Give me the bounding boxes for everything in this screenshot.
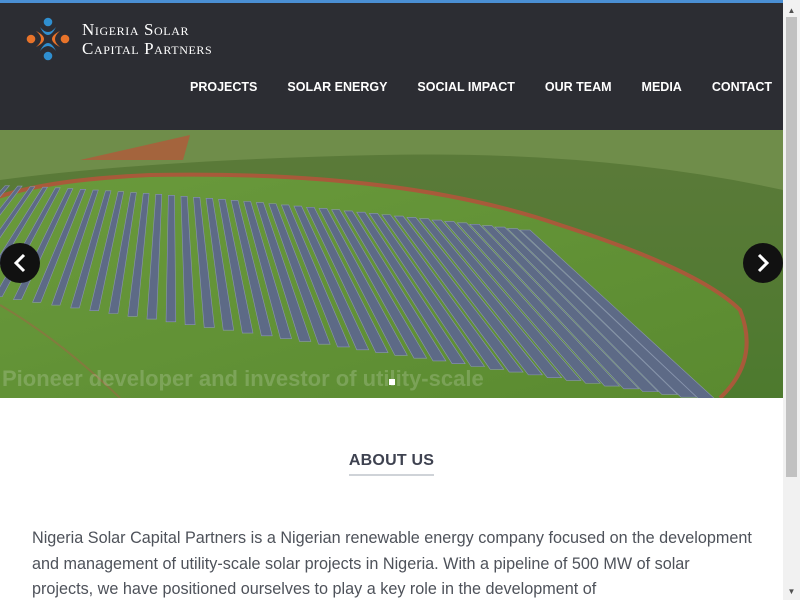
- nav-item-contact[interactable]: CONTACT: [697, 80, 787, 94]
- hero-image: [0, 130, 783, 398]
- vertical-scrollbar[interactable]: ▲ ▼: [783, 0, 800, 600]
- carousel-next-button[interactable]: [743, 243, 783, 283]
- nav-item-projects[interactable]: PROJECTS: [175, 80, 272, 94]
- scrollbar-thumb[interactable]: [786, 17, 797, 477]
- brand-logo[interactable]: Nigeria Solar Capital Partners: [22, 13, 212, 65]
- nav-item-our-team[interactable]: OUR TEAM: [530, 80, 627, 94]
- carousel-indicator-dot[interactable]: [389, 379, 395, 385]
- chevron-left-icon: [13, 253, 26, 273]
- brand-name: Nigeria Solar Capital Partners: [82, 20, 212, 58]
- scroll-down-arrow-icon[interactable]: ▼: [783, 584, 800, 598]
- hero-carousel: Pioneer developer and investor of utilit…: [0, 130, 783, 398]
- hero-caption: Pioneer developer and investor of utilit…: [2, 366, 484, 391]
- logo-mark-icon: [26, 17, 70, 61]
- brand-line-2: Capital Partners: [82, 39, 213, 58]
- nav-item-social-impact[interactable]: SOCIAL IMPACT: [402, 80, 529, 94]
- about-title-text: ABOUT US: [348, 452, 435, 476]
- nav-item-solar-energy[interactable]: SOLAR ENERGY: [272, 80, 402, 94]
- chevron-right-icon: [757, 253, 770, 273]
- about-body-text: Nigeria Solar Capital Partners is a Nige…: [32, 529, 752, 598]
- brand-line-1: Nigeria Solar: [82, 20, 190, 39]
- site-header: Nigeria Solar Capital Partners PROJECTS …: [0, 3, 783, 130]
- main-nav: PROJECTS SOLAR ENERGY SOCIAL IMPACT OUR …: [175, 80, 787, 94]
- scroll-up-arrow-icon[interactable]: ▲: [783, 3, 800, 17]
- about-section-title: ABOUT US: [0, 452, 783, 476]
- nav-item-media[interactable]: MEDIA: [627, 80, 697, 94]
- carousel-prev-button[interactable]: [0, 243, 40, 283]
